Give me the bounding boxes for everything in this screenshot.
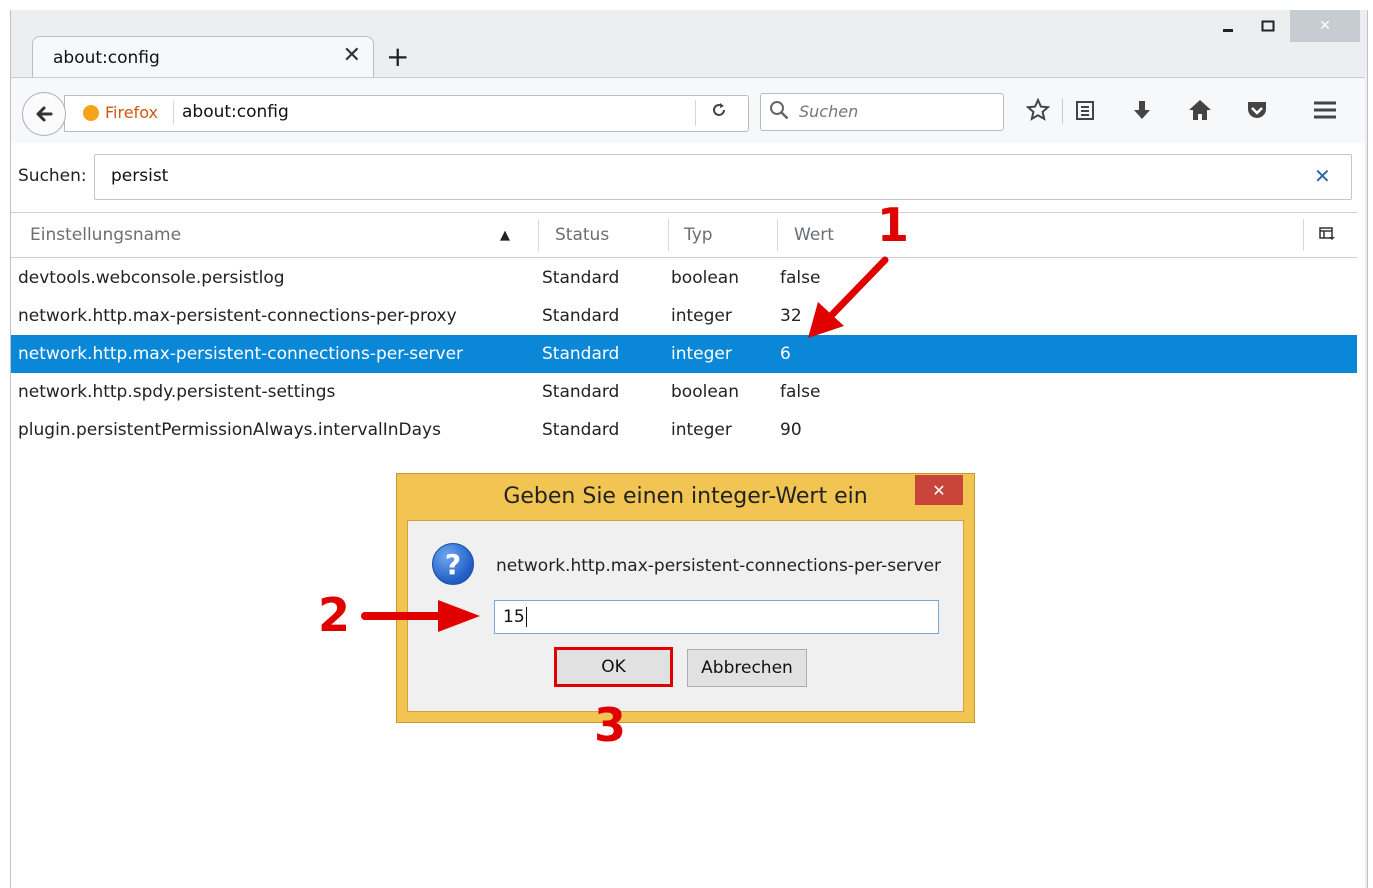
pref-value: 6 <box>780 344 791 364</box>
pref-status: Standard <box>542 306 620 326</box>
filter-value: persist <box>111 166 169 186</box>
identity-label: Firefox <box>105 103 158 122</box>
search-input[interactable]: Suchen <box>760 93 1004 131</box>
sort-indicator-icon[interactable]: ▲ <box>500 228 510 243</box>
pref-value: false <box>780 382 821 402</box>
tab-about-config[interactable]: about:config ✕ <box>32 36 374 79</box>
pref-status: Standard <box>542 382 620 402</box>
pref-name: plugin.persistentPermissionAlways.interv… <box>18 420 441 440</box>
cancel-button[interactable]: Abbrechen <box>687 649 807 687</box>
pref-type: integer <box>671 420 732 440</box>
column-picker-icon[interactable] <box>1319 226 1335 246</box>
table-row[interactable]: network.http.spdy.persistent-settings St… <box>11 373 1357 411</box>
filter-input[interactable]: persist ✕ <box>94 154 1352 200</box>
table-header: Einstellungsname ▲ Status Typ Wert <box>11 212 1357 258</box>
search-placeholder: Suchen <box>799 102 859 121</box>
header-name[interactable]: Einstellungsname <box>30 225 181 245</box>
dialog-message: network.http.max-persistent-connections-… <box>496 556 942 576</box>
search-icon <box>769 100 789 125</box>
tab-close-icon[interactable]: ✕ <box>343 43 361 68</box>
new-tab-button[interactable]: + <box>386 40 409 73</box>
reload-icon[interactable] <box>710 101 728 124</box>
pref-type: integer <box>671 344 732 364</box>
header-separator <box>1303 219 1304 251</box>
clear-filter-icon[interactable]: ✕ <box>1314 164 1331 188</box>
pref-status: Standard <box>542 344 620 364</box>
filter-label: Suchen: <box>18 166 87 186</box>
reading-list-icon[interactable] <box>1073 98 1097 128</box>
annotation-step-2: 2 <box>318 588 351 642</box>
ok-label: OK <box>601 657 626 677</box>
back-arrow-icon[interactable] <box>22 92 66 136</box>
annotation-step-3: 3 <box>594 698 627 752</box>
home-icon[interactable] <box>1187 98 1213 128</box>
table-row[interactable]: network.http.max-persistent-connections-… <box>11 297 1357 335</box>
header-type[interactable]: Typ <box>684 225 713 245</box>
menu-icon[interactable] <box>1312 98 1338 128</box>
annotation-arrow-1 <box>808 256 889 338</box>
pocket-icon[interactable] <box>1245 98 1269 128</box>
value-input[interactable]: 15 <box>494 600 939 634</box>
tab-title: about:config <box>53 48 160 68</box>
reload-separator <box>695 100 696 126</box>
minimize-icon[interactable] <box>1210 10 1246 42</box>
close-icon[interactable]: ✕ <box>1290 10 1360 42</box>
table-row-selected[interactable]: network.http.max-persistent-connections-… <box>11 335 1357 373</box>
close-window-glyph: ✕ <box>1319 18 1331 34</box>
ok-button[interactable]: OK <box>554 647 673 687</box>
pref-name: network.http.max-persistent-connections-… <box>18 344 464 364</box>
pref-value: 90 <box>780 420 802 440</box>
toolbar-separator <box>1062 98 1063 124</box>
annotation-arrow-2 <box>361 600 480 632</box>
pref-name: network.http.spdy.persistent-settings <box>18 382 336 402</box>
pref-type: integer <box>671 306 732 326</box>
header-status[interactable]: Status <box>555 225 609 245</box>
url-text[interactable]: about:config <box>182 102 289 122</box>
value-input-text: 15 <box>503 607 527 627</box>
table-row[interactable]: plugin.persistentPermissionAlways.interv… <box>11 411 1357 449</box>
pref-status: Standard <box>542 268 620 288</box>
maximize-icon[interactable] <box>1250 10 1286 42</box>
header-separator <box>668 219 669 251</box>
url-bar[interactable]: Firefox about:config <box>64 95 749 132</box>
cancel-label: Abbrechen <box>701 658 793 678</box>
table-row[interactable]: devtools.webconsole.persistlog Standard … <box>11 259 1357 297</box>
header-separator <box>777 219 778 251</box>
dialog-body: ? network.http.max-persistent-connection… <box>407 520 964 712</box>
pref-name: devtools.webconsole.persistlog <box>18 268 285 288</box>
pref-value: 32 <box>780 306 802 326</box>
question-glyph: ? <box>444 547 462 581</box>
pref-type: boolean <box>671 268 739 288</box>
pref-status: Standard <box>542 420 620 440</box>
bookmark-star-icon[interactable] <box>1025 97 1051 128</box>
dialog-title: Geben Sie einen integer-Wert ein <box>503 484 868 509</box>
pref-name: network.http.max-persistent-connections-… <box>18 306 457 326</box>
header-value[interactable]: Wert <box>794 225 834 245</box>
pref-type: boolean <box>671 382 739 402</box>
question-icon: ? <box>432 543 474 585</box>
url-separator <box>173 101 174 125</box>
firefox-logo-icon <box>83 105 99 121</box>
dialog-close-glyph: ✕ <box>932 480 946 500</box>
dialog-close-icon[interactable]: ✕ <box>915 475 963 505</box>
header-separator <box>538 219 539 251</box>
annotation-step-1: 1 <box>877 198 910 252</box>
download-icon[interactable] <box>1130 98 1154 128</box>
